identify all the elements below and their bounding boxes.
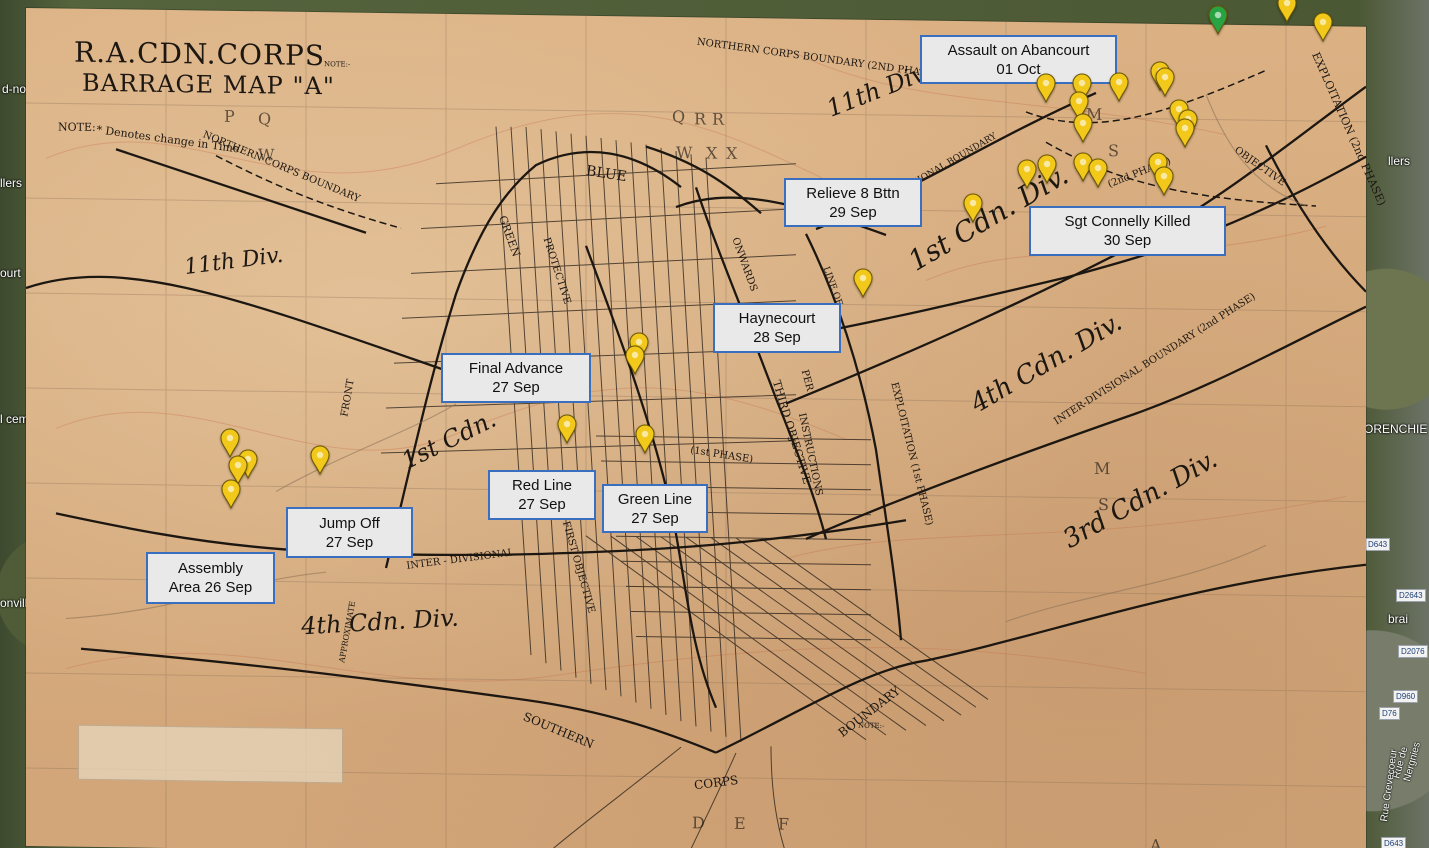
grid-letter: R: [712, 109, 725, 129]
grid-letter: E: [734, 813, 746, 834]
callout-title: Jump Off: [319, 514, 380, 532]
map-pin-yellow-icon[interactable]: [962, 193, 984, 223]
grid-letter: W: [258, 145, 275, 165]
callout-title: Relieve 8 Bttn: [806, 184, 900, 202]
road-badge: D2643: [1396, 589, 1426, 602]
callout-date: 29 Sep: [829, 203, 877, 221]
map-pin-yellow-icon[interactable]: [1072, 113, 1094, 143]
callout-title: Green Line: [617, 490, 693, 508]
map-pin-yellow-icon[interactable]: [1153, 166, 1175, 196]
callout-final-advance[interactable]: Final Advance 27 Sep: [441, 353, 591, 403]
grid-letter: M: [1094, 458, 1111, 479]
road-badge: D76: [1379, 707, 1400, 720]
grid-letter: R: [694, 109, 707, 129]
map-pin-yellow-icon[interactable]: [1154, 67, 1176, 97]
road-badge: D643: [1381, 837, 1407, 848]
map-pin-yellow-icon[interactable]: [1276, 0, 1298, 23]
map-subtitle: BARRAGE MAP "A": [82, 68, 335, 101]
map-pin-yellow-icon[interactable]: [309, 445, 331, 475]
grid-letter: P: [224, 106, 235, 126]
map-pin-yellow-icon[interactable]: [624, 345, 646, 375]
callout-date: 27 Sep: [518, 496, 566, 513]
map-pin-yellow-icon[interactable]: [1174, 118, 1196, 148]
grid-letter: X: [706, 143, 718, 163]
place-label: brai: [1388, 612, 1409, 626]
callout-title: Sgt Connelly Killed: [1064, 213, 1191, 230]
map-pin-yellow-icon[interactable]: [1312, 12, 1334, 42]
callout-title: Red Line: [511, 477, 573, 494]
road-badge: D2076: [1398, 645, 1428, 658]
map-pin-yellow-icon[interactable]: [634, 424, 656, 454]
map-pin-yellow-icon[interactable]: [556, 414, 578, 444]
callout-date: 27 Sep: [325, 533, 374, 551]
callout-title: Assembly: [177, 560, 244, 577]
map-pin-yellow-icon[interactable]: [1016, 159, 1038, 189]
map-pin-yellow-icon[interactable]: [220, 479, 242, 509]
map-pin-yellow-icon[interactable]: [1087, 158, 1109, 188]
map-pin-green-icon[interactable]: [1207, 5, 1229, 35]
map-title: R.A.CDN.CORPS: [74, 35, 326, 73]
place-label: llers: [0, 176, 23, 190]
map-pin-yellow-icon[interactable]: [1036, 154, 1058, 184]
callout-sgt-connelly-killed[interactable]: Sgt Connelly Killed 30 Sep: [1029, 206, 1226, 256]
grid-letter: D: [692, 813, 705, 833]
grid-letter: A: [1150, 835, 1162, 848]
road-badge: D960: [1393, 690, 1419, 703]
map-note-label: NOTE:: [58, 120, 96, 134]
map-pin-yellow-icon[interactable]: [1035, 73, 1057, 103]
callout-green-line[interactable]: Green Line 27 Sep: [602, 484, 708, 533]
place-label: llers: [1388, 154, 1411, 168]
road-badge: D643: [1365, 538, 1391, 551]
map-pin-yellow-icon[interactable]: [852, 268, 874, 298]
callout-date: Area 26 Sep: [168, 579, 253, 596]
place-label: d-no: [2, 82, 27, 96]
callout-relieve-8-bttn[interactable]: Relieve 8 Bttn 29 Sep: [784, 178, 922, 227]
callout-assembly-area[interactable]: Assembly Area 26 Sep: [146, 552, 275, 604]
callout-jump-off[interactable]: Jump Off 27 Sep: [286, 507, 413, 558]
place-label: ourt: [0, 266, 21, 280]
map-footnote-panel: [78, 724, 343, 784]
callout-date: 27 Sep: [631, 509, 679, 527]
map-title-block: R.A.CDN.CORPS BARRAGE MAP "A": [74, 36, 335, 101]
grid-letter: F: [778, 814, 790, 834]
grid-letter: X: [726, 143, 738, 163]
map-pin-yellow-icon[interactable]: [1108, 72, 1130, 102]
place-label: ORENCHIE: [1364, 422, 1428, 436]
callout-date: 28 Sep: [753, 329, 801, 346]
grid-letter: Q: [672, 107, 686, 127]
callout-date: 30 Sep: [1103, 232, 1152, 249]
grid-letter: W: [676, 143, 693, 163]
map-viewport[interactable]: d-no llers ourt l cem onville llers OREN…: [0, 0, 1429, 848]
callout-red-line[interactable]: Red Line 27 Sep: [488, 470, 596, 520]
map-note-label: NOTE:-: [324, 60, 351, 69]
callout-title: Final Advance: [468, 360, 564, 377]
callout-title: Assault on Abancourt: [947, 41, 1090, 59]
callout-date: 27 Sep: [492, 379, 540, 396]
grid-letter: S: [1098, 494, 1109, 515]
callout-title: Haynecourt: [738, 310, 816, 327]
grid-letter: S: [1108, 141, 1119, 161]
callout-haynecourt[interactable]: Haynecourt 28 Sep: [713, 303, 841, 353]
grid-letter: Q: [258, 109, 272, 129]
place-label: l cem: [0, 412, 29, 426]
